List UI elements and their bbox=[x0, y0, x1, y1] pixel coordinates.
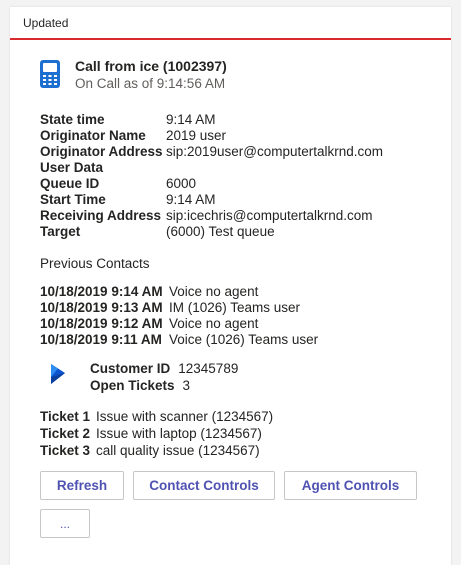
ticket-desc: Issue with laptop (1234567) bbox=[96, 426, 262, 441]
detail-row: Originator Name 2019 user bbox=[40, 128, 451, 144]
detail-row: Target (6000) Test queue bbox=[40, 224, 451, 240]
call-status: On Call as of 9:14:56 AM bbox=[75, 76, 226, 91]
list-item: 10/18/2019 9:12 AM Voice no agent bbox=[40, 316, 451, 332]
detail-value: 9:14 AM bbox=[166, 192, 216, 207]
call-text: Call from ice (1002397) On Call as of 9:… bbox=[75, 58, 227, 92]
ticket-desc: call quality issue (1234567) bbox=[96, 443, 260, 458]
list-item: Ticket 3 call quality issue (1234567) bbox=[40, 442, 451, 459]
contact-time: 10/18/2019 9:12 AM bbox=[40, 316, 163, 331]
detail-row: Originator Address sip:2019user@computert… bbox=[40, 144, 451, 160]
contact-controls-button[interactable]: Contact Controls bbox=[133, 471, 275, 500]
ticket-label: Ticket 2 bbox=[40, 426, 91, 441]
detail-label: Queue ID bbox=[40, 176, 100, 191]
contact-desc: Voice no agent bbox=[169, 316, 259, 331]
detail-row: Start Time 9:14 AM bbox=[40, 192, 451, 208]
previous-contacts-header: Previous Contacts bbox=[40, 256, 150, 271]
list-item: 10/18/2019 9:13 AM IM (1026) Teams user bbox=[40, 300, 451, 316]
list-item: Ticket 2 Issue with laptop (1234567) bbox=[40, 425, 451, 442]
refresh-button[interactable]: Refresh bbox=[40, 471, 124, 500]
tickets-list: Ticket 1 Issue with scanner (1234567) Tic… bbox=[40, 408, 451, 459]
list-item: 10/18/2019 9:11 AM Voice (1026) Teams use… bbox=[40, 332, 451, 348]
card-header-label: Updated bbox=[23, 15, 69, 30]
agent-controls-button[interactable]: Agent Controls bbox=[284, 471, 417, 500]
customer-table: Customer ID 12345789 Open Tickets 3 bbox=[90, 360, 238, 394]
call-summary: Call from ice (1002397) On Call as of 9:… bbox=[39, 58, 451, 92]
contact-time: 10/18/2019 9:14 AM bbox=[40, 284, 163, 299]
detail-label: Originator Name bbox=[40, 128, 146, 143]
call-title: Call from ice (1002397) bbox=[75, 58, 227, 74]
contact-desc: IM (1026) Teams user bbox=[169, 300, 301, 315]
contact-time: 10/18/2019 9:11 AM bbox=[40, 332, 162, 347]
detail-label: Target bbox=[40, 224, 81, 239]
open-tickets-label: Open Tickets bbox=[90, 378, 175, 393]
detail-row: Queue ID 6000 bbox=[40, 176, 451, 192]
detail-value: 2019 user bbox=[166, 128, 227, 143]
more-row: ... bbox=[40, 509, 451, 538]
detail-label: State time bbox=[40, 112, 105, 127]
ticket-label: Ticket 3 bbox=[40, 443, 91, 458]
customer-id-row: Customer ID 12345789 bbox=[90, 360, 238, 377]
detail-value: (6000) Test queue bbox=[166, 224, 275, 239]
detail-value: sip:2019user@computertalkrnd.com bbox=[166, 144, 384, 159]
list-item: 10/18/2019 9:14 AM Voice no agent bbox=[40, 284, 451, 300]
detail-value: 6000 bbox=[166, 176, 197, 191]
detail-label: User Data bbox=[40, 160, 104, 175]
contact-desc: Voice (1026) Teams user bbox=[169, 332, 319, 347]
contact-card: Updated Call from ice (1002397) On Call … bbox=[10, 7, 451, 565]
detail-row: User Data bbox=[40, 160, 451, 176]
open-tickets-value: 3 bbox=[182, 378, 191, 393]
card-header: Updated bbox=[10, 7, 451, 40]
previous-contacts-list: 10/18/2019 9:14 AM Voice no agent 10/18/2… bbox=[40, 284, 451, 348]
ticket-label: Ticket 1 bbox=[40, 409, 91, 424]
detail-value: 9:14 AM bbox=[166, 112, 216, 127]
dynamics-icon bbox=[51, 364, 65, 384]
contact-desc: Voice no agent bbox=[169, 284, 259, 299]
contact-time: 10/18/2019 9:13 AM bbox=[40, 300, 163, 315]
detail-row: State time 9:14 AM bbox=[40, 112, 451, 128]
detail-label: Start Time bbox=[40, 192, 106, 207]
open-tickets-row: Open Tickets 3 bbox=[90, 377, 238, 394]
ticket-desc: Issue with scanner (1234567) bbox=[96, 409, 274, 424]
customer-info: Customer ID 12345789 Open Tickets 3 bbox=[49, 360, 451, 394]
customer-id-value: 12345789 bbox=[178, 361, 239, 376]
more-options-button[interactable]: ... bbox=[40, 509, 90, 538]
phone-icon bbox=[40, 60, 60, 88]
list-item: Ticket 1 Issue with scanner (1234567) bbox=[40, 408, 451, 425]
detail-label: Originator Address bbox=[40, 144, 163, 159]
detail-label: Receiving Address bbox=[40, 208, 162, 223]
action-buttons: Refresh Contact Controls Agent Controls bbox=[40, 471, 451, 500]
customer-id-label: Customer ID bbox=[90, 361, 171, 376]
detail-row: Receiving Address sip:icechris@computerta… bbox=[40, 208, 451, 224]
detail-value: sip:icechris@computertalkrnd.com bbox=[166, 208, 373, 223]
call-details: State time 9:14 AM Originator Name 2019 us… bbox=[40, 112, 451, 240]
